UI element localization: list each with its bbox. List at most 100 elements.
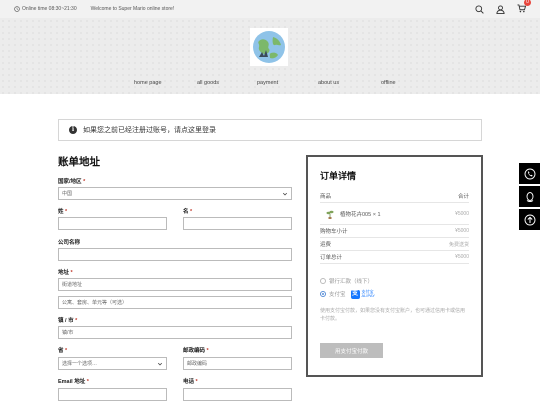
- bank-label: 银行汇款（线下）: [329, 279, 374, 285]
- email-label: Email 地址 *: [58, 377, 89, 385]
- product-price: ¥5000: [455, 210, 469, 217]
- alipay-logo: 支 支付宝 ALIPAY: [350, 289, 375, 299]
- col-product: 商品: [320, 194, 332, 200]
- state-label-text: 省: [58, 348, 64, 354]
- subtotal-value: ¥5000: [455, 228, 469, 234]
- address-line1-field[interactable]: 街道地址: [58, 278, 292, 291]
- alipay-logo-text: 支付宝 ALIPAY: [361, 289, 375, 299]
- shipping-value: 免费送货: [448, 241, 469, 248]
- required-mark: *: [65, 348, 68, 354]
- qq-side-button[interactable]: [519, 186, 540, 207]
- email-label-text: Email 地址: [58, 379, 86, 385]
- country-select[interactable]: 中国: [58, 187, 292, 200]
- address-label: 地址 *: [58, 268, 73, 276]
- city-placeholder: 镇/市: [62, 330, 74, 336]
- address-line2-placeholder: 公寓、套房、单元等（可选）: [62, 300, 128, 306]
- nav-home[interactable]: home page: [134, 80, 162, 86]
- chevron-down-icon: [282, 192, 288, 195]
- top-bar: Online time 08:30~21:30 Welcome to Super…: [0, 0, 540, 18]
- nav-payment[interactable]: payment: [257, 80, 278, 86]
- state-value: 选择一个选项…: [62, 361, 98, 367]
- plant-thumbnail-icon: [326, 210, 334, 219]
- nav-about-us[interactable]: about us: [318, 80, 339, 86]
- email-field[interactable]: [58, 388, 167, 401]
- phone-icon: [524, 168, 535, 179]
- total-label: 订单总计: [320, 255, 343, 261]
- phone-side-button[interactable]: [519, 163, 540, 184]
- alipay-logo-line2: ALIPAY: [361, 293, 375, 298]
- order-title: 订单详情: [320, 171, 357, 181]
- first-name-label: 名 *: [183, 207, 192, 215]
- order-header-row: 商品 合计: [320, 190, 469, 203]
- pay-option-bank[interactable]: 银行汇款（线下）: [320, 276, 469, 286]
- bank-radio[interactable]: [320, 278, 326, 284]
- alipay-pay-button[interactable]: 用支付宝付款: [320, 343, 383, 358]
- nav-all-goods[interactable]: all goods: [197, 80, 219, 86]
- clock-icon: [14, 6, 20, 12]
- postcode-placeholder: 邮政编码: [187, 361, 208, 367]
- order-details: 订单详情 商品 合计 植物花卉005 × 1 ¥5000 购物车小计 ¥5000…: [306, 155, 483, 377]
- country-label-text: 国家/地区: [58, 179, 82, 185]
- phone-label-text: 电话: [183, 379, 195, 385]
- required-mark: *: [75, 318, 78, 324]
- side-toolbar: [519, 163, 540, 232]
- site-logo[interactable]: [250, 28, 288, 66]
- subtotal-label: 购物车小计: [320, 229, 348, 235]
- product-cell: 植物花卉005 × 1: [320, 209, 381, 219]
- phone-label: 电话 *: [183, 377, 198, 385]
- company-label: 公司名称: [58, 240, 81, 246]
- info-icon: i: [69, 126, 77, 134]
- postcode-label: 邮政编码 *: [183, 346, 209, 354]
- required-mark: *: [190, 209, 193, 215]
- phone-field[interactable]: [183, 388, 292, 401]
- alipay-logo-icon: 支: [350, 289, 360, 299]
- state-select[interactable]: 选择一个选项…: [58, 357, 167, 370]
- required-mark: *: [195, 379, 198, 385]
- online-time: Online time 08:30~21:30: [14, 6, 77, 12]
- shipping-row: 运费 免费送货: [320, 238, 469, 251]
- country-label: 国家/地区 *: [58, 177, 85, 185]
- billing-title: 账单地址: [58, 156, 100, 168]
- site-header: home page all goods payment about us off…: [0, 18, 540, 94]
- postcode-field[interactable]: 邮政编码: [183, 357, 292, 370]
- qq-icon: [526, 191, 533, 202]
- city-label: 镇 / 市 *: [58, 316, 77, 324]
- cart-button[interactable]: 0: [517, 0, 531, 15]
- last-name-label: 姓 *: [58, 207, 67, 215]
- login-notice[interactable]: i 如果您之前已经注册过账号，请点这里登录: [58, 119, 482, 141]
- online-time-text: Online time 08:30~21:30: [22, 6, 77, 12]
- address-line1-placeholder: 街道地址: [62, 282, 83, 288]
- required-mark: *: [65, 209, 68, 215]
- state-label: 省 *: [58, 346, 67, 354]
- globe-logo-icon: [253, 31, 285, 63]
- first-name-field[interactable]: [183, 217, 292, 230]
- login-notice-text[interactable]: 如果您之前已经注册过账号，请点这里登录: [83, 125, 216, 135]
- last-name-field[interactable]: [58, 217, 167, 230]
- city-field[interactable]: 镇/市: [58, 326, 292, 339]
- required-mark: *: [70, 270, 73, 276]
- country-value: 中国: [62, 191, 73, 197]
- address-line2-field[interactable]: 公寓、套房、单元等（可选）: [58, 296, 292, 309]
- required-mark: *: [86, 379, 89, 385]
- last-name-label-text: 姓: [58, 209, 64, 215]
- pay-option-alipay[interactable]: 支付宝 支 支付宝 ALIPAY: [320, 289, 469, 299]
- subtotal-row: 购物车小计 ¥5000: [320, 225, 469, 238]
- nav-offline[interactable]: offline: [381, 80, 396, 86]
- col-total: 合计: [457, 194, 469, 200]
- company-field[interactable]: [58, 248, 292, 261]
- alipay-radio[interactable]: [320, 291, 326, 297]
- total-value: ¥5000: [455, 254, 469, 260]
- chevron-down-icon: [157, 362, 163, 365]
- address-label-text: 地址: [58, 270, 70, 276]
- cart-count-badge: 0: [524, 0, 531, 6]
- search-icon[interactable]: [475, 4, 484, 14]
- shipping-label: 运费: [320, 242, 332, 248]
- required-mark: *: [83, 179, 86, 185]
- product-name: 植物花卉005 × 1: [340, 211, 381, 218]
- back-to-top-button[interactable]: [519, 209, 540, 230]
- order-product-row: 植物花卉005 × 1 ¥5000: [320, 203, 469, 225]
- total-row: 订单总计 ¥5000: [320, 251, 469, 264]
- required-mark: *: [206, 348, 209, 354]
- user-icon[interactable]: [496, 4, 505, 14]
- welcome-text: Welcome to Super Mario online store!: [90, 6, 175, 12]
